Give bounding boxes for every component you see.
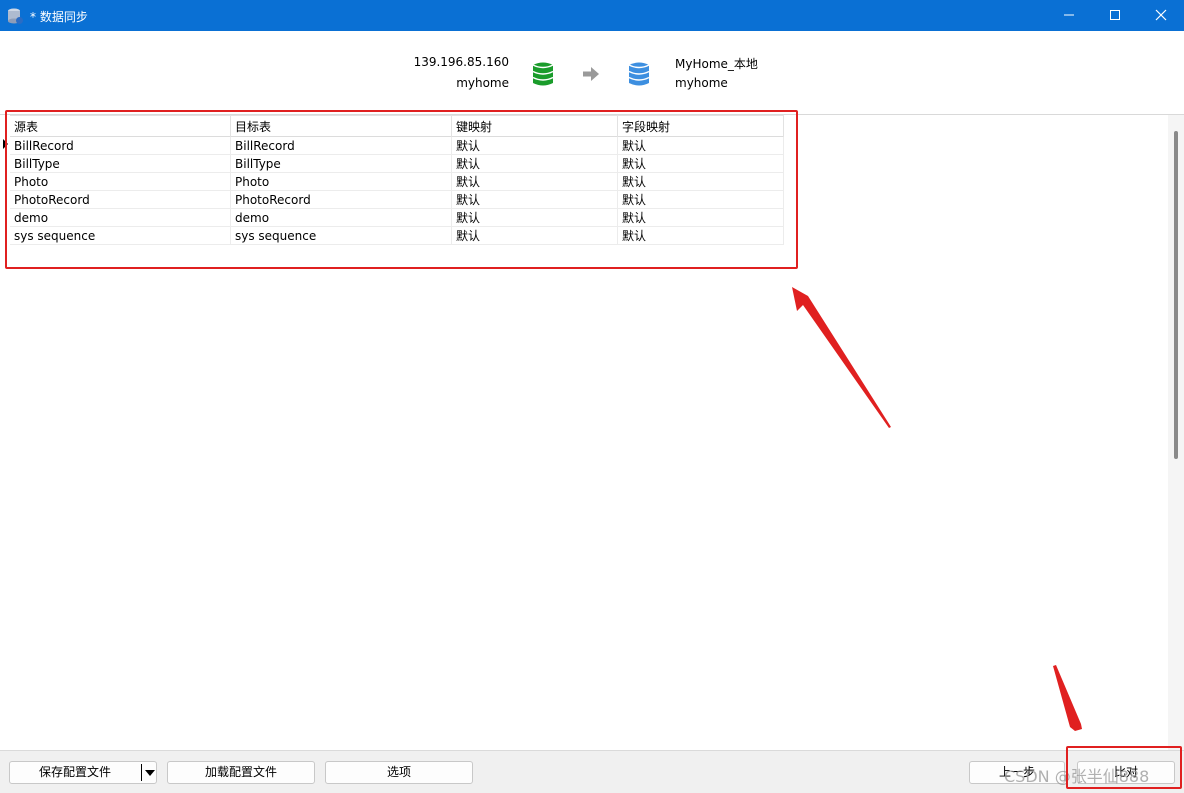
target-table-cell[interactable]: PhotoRecord	[231, 191, 452, 209]
key-mapping-cell[interactable]: 默认	[452, 137, 618, 155]
table-row[interactable]: BillType BillType 默认 默认	[10, 155, 784, 173]
split-divider	[141, 764, 142, 781]
source-database: myhome	[456, 76, 509, 90]
vertical-scrollbar[interactable]	[1168, 115, 1184, 750]
field-mapping-cell[interactable]: 默认	[618, 155, 784, 173]
column-header-field-mapping[interactable]: 字段映射	[618, 115, 784, 137]
key-mapping-cell[interactable]: 默认	[452, 209, 618, 227]
target-table-cell[interactable]: demo	[231, 209, 452, 227]
column-header-source-table[interactable]: 源表	[10, 115, 231, 137]
key-mapping-cell[interactable]: 默认	[452, 191, 618, 209]
source-table-cell[interactable]: BillRecord	[10, 137, 231, 155]
load-config-button[interactable]: 加载配置文件	[167, 761, 315, 784]
source-host: 139.196.85.160	[413, 55, 509, 69]
field-mapping-cell[interactable]: 默认	[618, 137, 784, 155]
dropdown-caret-icon[interactable]	[145, 770, 155, 776]
grid-header: 源表 目标表 键映射 字段映射	[10, 115, 784, 137]
database-sync-app-icon	[8, 8, 23, 24]
mapping-area: 源表 目标表 键映射 字段映射 BillRecord BillRecord 默认…	[0, 115, 1168, 750]
source-database-icon	[532, 62, 554, 86]
source-table-cell[interactable]: Photo	[10, 173, 231, 191]
table-row[interactable]: Photo Photo 默认 默认	[10, 173, 784, 191]
title-bar: * 数据同步	[0, 0, 1184, 31]
close-icon	[1155, 9, 1167, 21]
window-title: * 数据同步	[30, 10, 88, 24]
options-button[interactable]: 选项	[325, 761, 473, 784]
minimize-button[interactable]	[1046, 0, 1092, 31]
scrollbar-thumb[interactable]	[1174, 131, 1178, 459]
source-table-cell[interactable]: sys sequence	[10, 227, 231, 245]
column-header-target-table[interactable]: 目标表	[231, 115, 452, 137]
target-table-cell[interactable]: sys sequence	[231, 227, 452, 245]
target-table-cell[interactable]: BillType	[231, 155, 452, 173]
maximize-button[interactable]	[1092, 0, 1138, 31]
source-table-cell[interactable]: demo	[10, 209, 231, 227]
field-mapping-cell[interactable]: 默认	[618, 227, 784, 245]
source-table-cell[interactable]: BillType	[10, 155, 231, 173]
target-table-cell[interactable]: Photo	[231, 173, 452, 191]
current-row-marker-icon	[3, 139, 8, 149]
key-mapping-cell[interactable]: 默认	[452, 155, 618, 173]
table-row[interactable]: BillRecord BillRecord 默认 默认	[10, 137, 784, 155]
target-host: MyHome_本地	[675, 57, 758, 71]
close-button[interactable]	[1138, 0, 1184, 31]
column-header-key-mapping[interactable]: 键映射	[452, 115, 618, 137]
table-row[interactable]: sys sequence sys sequence 默认 默认	[10, 227, 784, 245]
previous-step-button[interactable]: 上一步	[969, 761, 1065, 784]
compare-button[interactable]: 比对	[1077, 761, 1175, 784]
table-row[interactable]: PhotoRecord PhotoRecord 默认 默认	[10, 191, 784, 209]
field-mapping-cell[interactable]: 默认	[618, 173, 784, 191]
table-row[interactable]: demo demo 默认 默认	[10, 209, 784, 227]
field-mapping-cell[interactable]: 默认	[618, 209, 784, 227]
sync-arrow-icon	[583, 67, 599, 81]
source-table-cell[interactable]: PhotoRecord	[10, 191, 231, 209]
connection-header: 139.196.85.160 myhome MyHome_本地 myhome	[0, 31, 1184, 115]
field-mapping-cell[interactable]: 默认	[618, 191, 784, 209]
target-database-icon	[628, 62, 650, 86]
footer-toolbar: 保存配置文件 加载配置文件 选项 上一步 比对	[0, 750, 1184, 793]
target-table-cell[interactable]: BillRecord	[231, 137, 452, 155]
key-mapping-cell[interactable]: 默认	[452, 173, 618, 191]
target-database: myhome	[675, 76, 728, 90]
key-mapping-cell[interactable]: 默认	[452, 227, 618, 245]
maximize-icon	[1110, 10, 1120, 20]
save-config-label: 保存配置文件	[38, 765, 111, 779]
save-config-button[interactable]: 保存配置文件	[9, 761, 157, 784]
minimize-icon	[1064, 14, 1074, 16]
